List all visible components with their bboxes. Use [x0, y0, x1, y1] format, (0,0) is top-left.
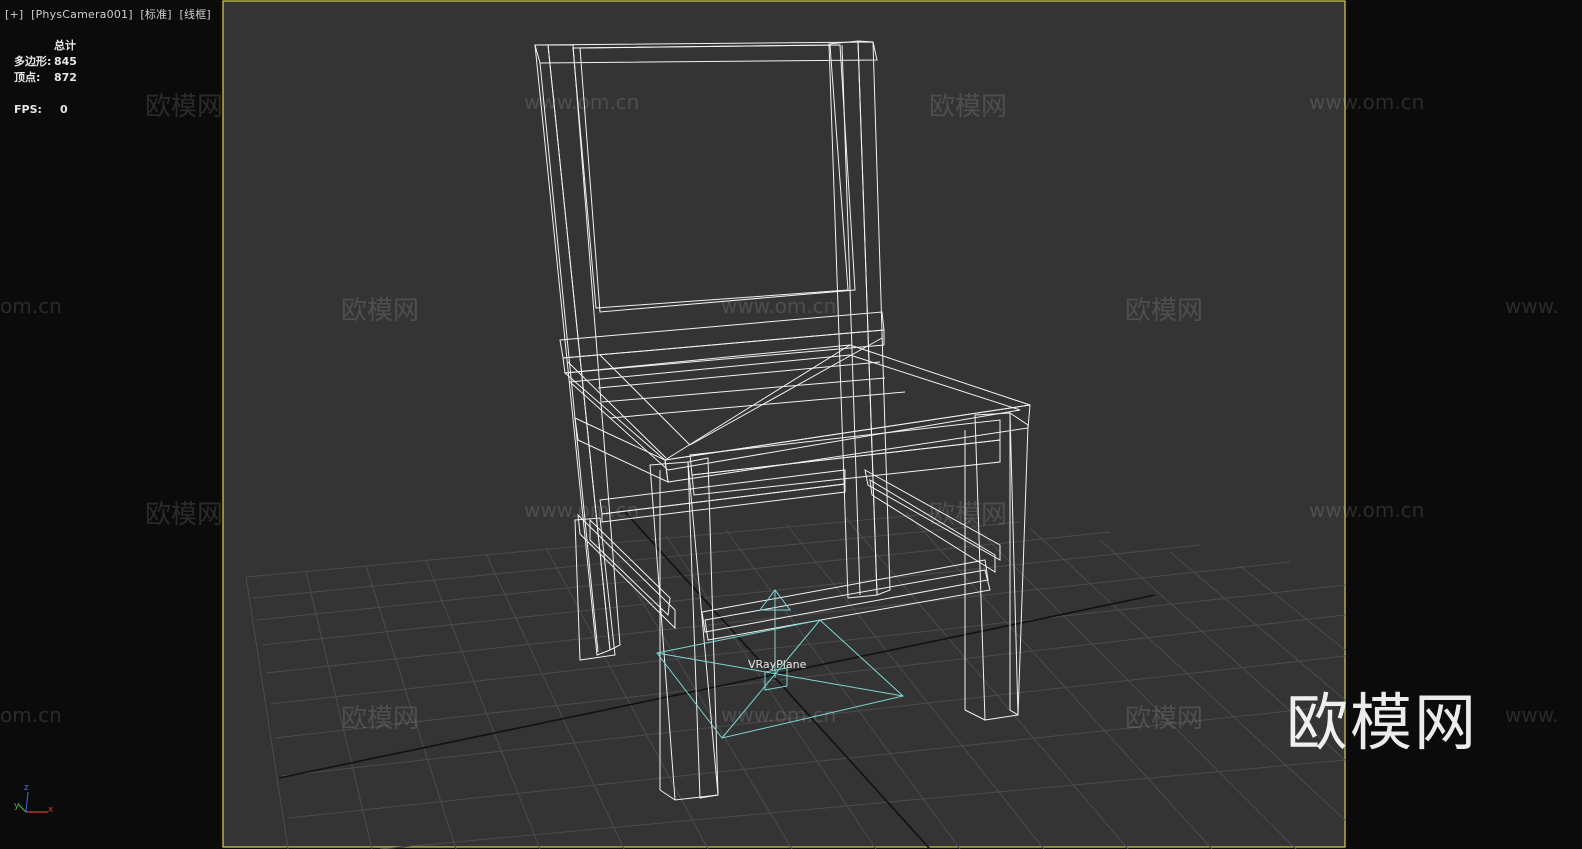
watermark-url: om.cn [0, 294, 62, 318]
watermark-url: www.om.cn [1309, 90, 1425, 114]
viewport-mode-button[interactable]: [线框] [180, 8, 211, 21]
watermark-url: www.om.cn [721, 703, 837, 727]
viewport[interactable]: 欧模网 www.om.cn 欧模网 www.om.cn om.cn 欧模网 ww… [0, 0, 1582, 849]
axis-tripod [17, 791, 48, 813]
watermark-logo: 欧模网 [1286, 686, 1479, 759]
watermark-brand: 欧模网 [145, 92, 224, 122]
watermark-url: www.om.cn [524, 498, 640, 522]
stats-fps: FPS: 0 [14, 102, 90, 118]
watermark-brand: 欧模网 [145, 500, 224, 530]
watermark-brand: 欧模网 [929, 500, 1008, 530]
watermark-url: www. [1505, 703, 1559, 727]
watermark-brand: 欧模网 [1125, 296, 1204, 326]
watermark-url: www. [1505, 294, 1559, 318]
watermark-brand: 欧模网 [341, 704, 420, 734]
stats-vertices-label: 顶点: [14, 71, 41, 84]
stats-fps-label: FPS: [14, 103, 42, 116]
stats-panel: 总计 多边形: 845 顶点: 872 FPS: 0 [14, 38, 90, 118]
viewport-shading-button[interactable]: [标准] [140, 8, 171, 21]
stats-polygons: 多边形: 845 [14, 54, 90, 70]
watermark-url: www.om.cn [524, 90, 640, 114]
stats-fps-value: 0 [60, 103, 68, 116]
watermark-url: www.om.cn [1309, 498, 1425, 522]
axis-y-label: y [14, 801, 20, 811]
watermark-brand: 欧模网 [341, 296, 420, 326]
watermark-brand: 欧模网 [1125, 704, 1204, 734]
stats-vertices: 顶点: 872 [14, 70, 90, 86]
stats-vertices-value: 872 [54, 71, 77, 84]
watermark-brand: 欧模网 [929, 92, 1008, 122]
viewport-menu-button[interactable]: [+] [5, 8, 23, 21]
stats-header: 总计 [54, 39, 76, 52]
stats-polygons-value: 845 [54, 55, 77, 68]
viewport-label[interactable]: [+] [PhysCamera001] [标准] [线框] [5, 6, 215, 22]
axis-x-label: x [48, 805, 54, 815]
watermark-url: www.om.cn [721, 294, 837, 318]
watermark-url: om.cn [0, 703, 62, 727]
stats-polygons-label: 多边形: [14, 55, 52, 68]
axis-z-label: z [24, 783, 29, 793]
viewport-camera-button[interactable]: [PhysCamera001] [31, 8, 133, 21]
vray-plane-label: VRayPlane [748, 658, 807, 671]
